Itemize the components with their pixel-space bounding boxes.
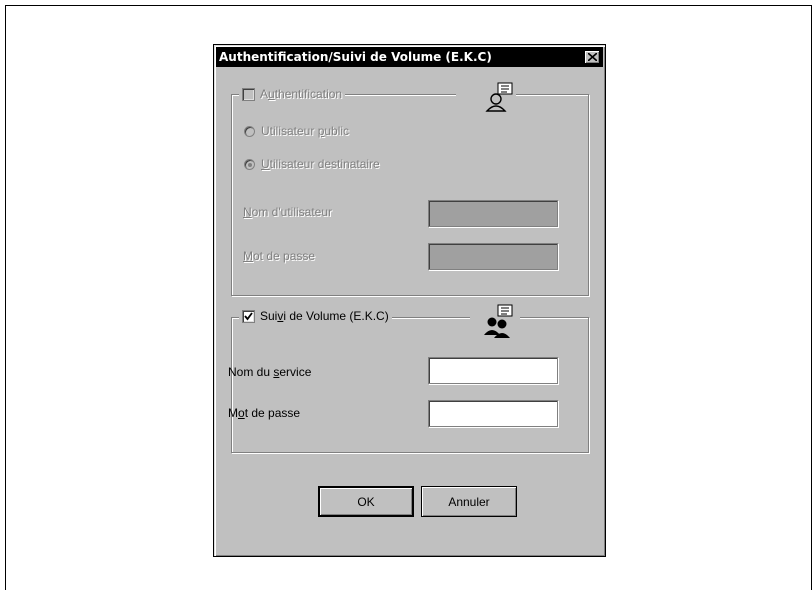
volume-tracking-checkbox[interactable]: Suivi de Volume (E.K.C) (239, 308, 392, 324)
dialog-title: Authentification/Suivi de Volume (E.K.C) (219, 50, 492, 64)
radio-recipient-user[interactable]: Utilisateur destinataire (244, 157, 380, 171)
cancel-button-label: Annuler (448, 494, 490, 509)
radio-public-user-label: Utilisateur public (261, 124, 350, 138)
authentication-checkbox[interactable]: Authentification (239, 86, 346, 102)
volume-tracking-checkbox-label: Suivi de Volume (E.K.C) (260, 309, 389, 323)
radio-public-user-circle[interactable] (244, 125, 255, 137)
user-card-icon (485, 82, 513, 112)
checkmark-icon (244, 311, 253, 320)
authentication-checkbox-box[interactable] (242, 87, 255, 101)
auth-password-input[interactable] (428, 243, 558, 270)
radio-recipient-user-circle[interactable] (244, 158, 255, 170)
auth-password-label: Mot de passe (243, 249, 316, 263)
dialog-title-bar[interactable]: Authentification/Suivi de Volume (E.K.C) (216, 47, 603, 67)
radio-recipient-user-label: Utilisateur destinataire (261, 157, 380, 171)
service-name-label: Nom du service (228, 365, 312, 379)
username-input[interactable] (428, 200, 558, 227)
radio-public-user[interactable]: Utilisateur public (244, 124, 349, 138)
volume-password-input[interactable] (428, 400, 558, 427)
username-label: Nom d'utilisateur (243, 205, 332, 219)
cancel-button[interactable]: Annuler (421, 486, 517, 517)
volume-tracking-checkbox-box[interactable] (242, 309, 255, 323)
auth-volume-dialog: Authentification/Suivi de Volume (E.K.C)… (213, 44, 606, 557)
group-users-icon (484, 304, 513, 338)
authentication-checkbox-label: Authentification (260, 87, 343, 101)
close-icon (588, 53, 597, 61)
ok-button[interactable]: OK (318, 486, 414, 517)
close-button[interactable] (584, 50, 600, 64)
volume-tracking-group (231, 317, 589, 453)
service-name-input[interactable] (428, 357, 558, 384)
volume-password-label: Mot de passe (228, 406, 301, 420)
ok-button-label: OK (357, 494, 375, 509)
